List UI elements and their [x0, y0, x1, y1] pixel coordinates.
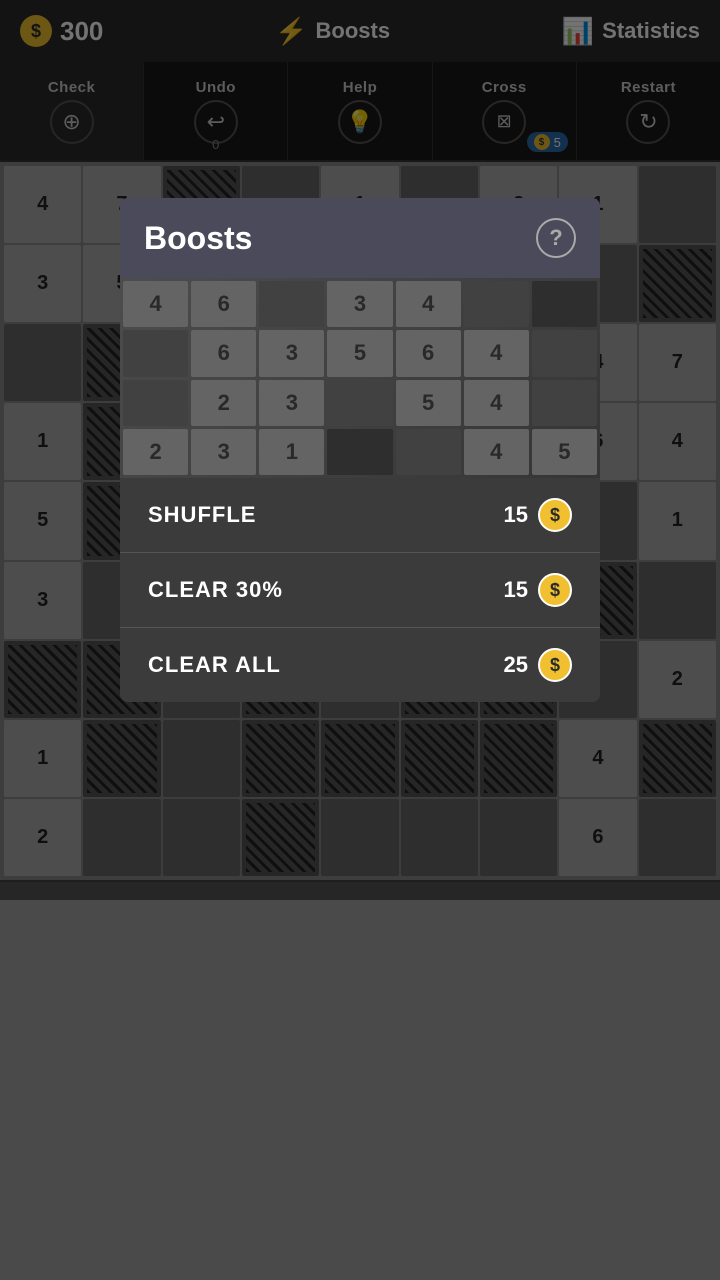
modal-bg-cell: 3 — [259, 380, 324, 426]
modal-bg-cell — [259, 281, 324, 327]
clear30-boost-option[interactable]: CLEAR 30% 15 $ — [120, 553, 600, 628]
modal-bg-cell: 3 — [191, 429, 256, 475]
shuffle-price-value: 15 — [504, 502, 528, 528]
clearall-coin-symbol: $ — [550, 655, 560, 676]
modal-bg-cell: 5 — [396, 380, 461, 426]
shuffle-boost-option[interactable]: SHUFFLE 15 $ — [120, 478, 600, 553]
clearall-price-coin: $ — [538, 648, 572, 682]
modal-help-icon: ? — [549, 225, 562, 251]
modal-bg-cell: 4 — [396, 281, 461, 327]
modal-bg-cell: 4 — [464, 380, 529, 426]
modal-actions: SHUFFLE 15 $ CLEAR 30% 15 $ CL — [120, 478, 600, 702]
modal-background-grid: 463463564235423145 — [120, 278, 600, 478]
modal-bg-cell — [532, 380, 597, 426]
clearall-boost-option[interactable]: CLEAR ALL 25 $ — [120, 628, 600, 702]
modal-bg-cell — [532, 330, 597, 376]
modal-bg-cell: 6 — [191, 281, 256, 327]
modal-bg-cell: 5 — [327, 330, 392, 376]
modal-bg-cell — [123, 380, 188, 426]
shuffle-price-coin: $ — [538, 498, 572, 532]
clear30-boost-price: 15 $ — [504, 573, 572, 607]
boosts-modal: Boosts ? 463463564235423145 SHUFFLE 15 $ — [120, 198, 600, 702]
modal-bg-cell: 1 — [259, 429, 324, 475]
modal-bg-cell: 6 — [396, 330, 461, 376]
modal-bg-cell: 2 — [123, 429, 188, 475]
modal-bg-cell — [327, 380, 392, 426]
modal-bg-cell: 4 — [464, 330, 529, 376]
shuffle-boost-label: SHUFFLE — [148, 502, 256, 528]
modal-bg-cell: 3 — [259, 330, 324, 376]
modal-bg-cell: 3 — [327, 281, 392, 327]
clear30-coin-symbol: $ — [550, 580, 560, 601]
bottom-area — [0, 900, 720, 1280]
modal-bg-cell — [532, 281, 597, 327]
modal-bg-cell: 4 — [464, 429, 529, 475]
clearall-boost-label: CLEAR ALL — [148, 652, 281, 678]
clearall-price-value: 25 — [504, 652, 528, 678]
clear30-boost-label: CLEAR 30% — [148, 577, 283, 603]
modal-overlay: Boosts ? 463463564235423145 SHUFFLE 15 $ — [0, 0, 720, 900]
modal-help-button[interactable]: ? — [536, 218, 576, 258]
modal-bg-cell — [464, 281, 529, 327]
modal-bg-cell: 2 — [191, 380, 256, 426]
modal-title: Boosts — [144, 220, 252, 257]
modal-bg-cell — [396, 429, 461, 475]
shuffle-coin-symbol: $ — [550, 505, 560, 526]
modal-bg-cell: 6 — [191, 330, 256, 376]
modal-header: Boosts ? — [120, 198, 600, 278]
modal-bg-cell: 4 — [123, 281, 188, 327]
modal-bg-cell — [327, 429, 392, 475]
modal-bg-cell — [123, 330, 188, 376]
clearall-boost-price: 25 $ — [504, 648, 572, 682]
clear30-price-coin: $ — [538, 573, 572, 607]
shuffle-boost-price: 15 $ — [504, 498, 572, 532]
clear30-price-value: 15 — [504, 577, 528, 603]
modal-bg-cell: 5 — [532, 429, 597, 475]
